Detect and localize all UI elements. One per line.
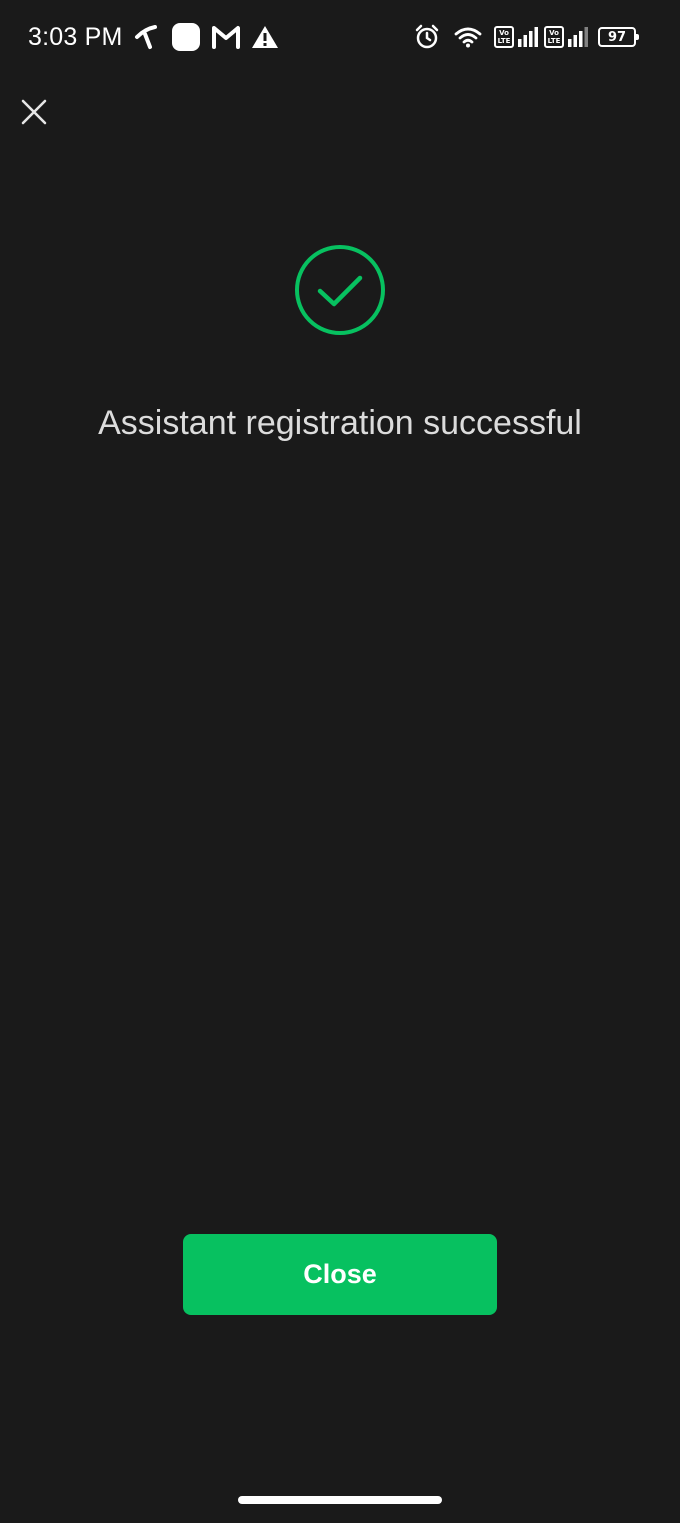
home-indicator[interactable] xyxy=(238,1496,442,1504)
wifi-icon xyxy=(454,26,482,48)
check-circle-icon xyxy=(294,244,386,336)
volte-icon: Vo LTE xyxy=(494,26,514,48)
volte-label-top: Vo xyxy=(549,29,559,37)
close-button[interactable]: Close xyxy=(183,1234,497,1315)
status-time: 3:03 PM xyxy=(28,22,123,51)
battery-icon: 97 xyxy=(598,27,639,47)
gmail-icon xyxy=(211,24,241,50)
volte-icon: Vo LTE xyxy=(544,26,564,48)
signal-icon xyxy=(568,27,590,47)
notification-square-icon xyxy=(171,22,201,52)
alarm-icon xyxy=(414,24,440,50)
battery-level: 97 xyxy=(607,29,627,45)
signal-icon xyxy=(518,27,540,47)
carrier-icon xyxy=(133,23,161,51)
close-icon[interactable] xyxy=(18,96,50,128)
volte-label-bottom: LTE xyxy=(547,37,561,45)
status-bar-right: Vo LTE Vo LTE 97 xyxy=(406,20,639,54)
warning-icon xyxy=(251,24,279,50)
status-bar-left: 3:03 PM xyxy=(28,20,289,54)
volte-label-top: Vo xyxy=(499,29,509,37)
status-bar: 3:03 PM Vo LTE Vo LTE 97 xyxy=(0,0,680,74)
success-message: Assistant registration successful xyxy=(98,404,582,442)
volte-label-bottom: LTE xyxy=(497,37,511,45)
